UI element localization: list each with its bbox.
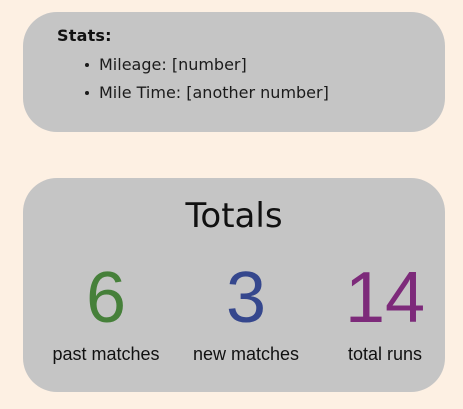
metric-total-runs: 14 total runs <box>321 260 449 366</box>
stats-card: Stats: Mileage: [number] Mile Time: [ano… <box>23 12 445 132</box>
past-matches-count: 6 <box>85 258 127 338</box>
metric-new-matches: 3 new matches <box>181 260 311 366</box>
total-runs-label: total runs <box>347 344 423 364</box>
metric-past-matches: 6 past matches <box>41 260 171 366</box>
stat-item-mileage: Mileage: [number] <box>83 54 329 82</box>
totals-title: Totals <box>185 196 283 236</box>
total-runs-count: 14 <box>344 258 426 338</box>
new-matches-label: new matches <box>192 344 300 364</box>
totals-card: Totals 6 past matches 3 new matches 14 t… <box>23 178 445 392</box>
new-matches-count: 3 <box>225 258 267 338</box>
stats-heading: Stats: <box>57 26 112 45</box>
past-matches-label: past matches <box>52 344 160 364</box>
stat-item-mile-time: Mile Time: [another number] <box>83 82 329 110</box>
stats-list: Mileage: [number] Mile Time: [another nu… <box>83 54 329 110</box>
